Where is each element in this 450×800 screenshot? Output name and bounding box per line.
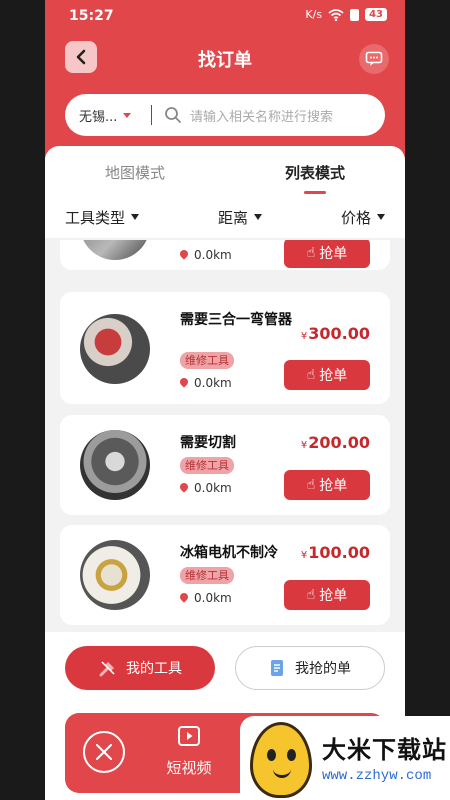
- watermark-title: 大米下载站: [322, 736, 447, 764]
- order-price: ¥200.00: [301, 433, 370, 452]
- order-card[interactable]: 冰箱电机不制冷 维修工具 0.0km ¥100.00 ☝ 抢单: [60, 525, 390, 625]
- order-distance-value: 0.0km: [194, 591, 232, 605]
- order-title: 需要切割: [180, 435, 236, 451]
- tap-hand-icon: ☝: [306, 477, 316, 493]
- document-icon: [271, 660, 283, 676]
- filter-bar: 工具类型 距离 价格: [45, 202, 405, 232]
- order-tag: 维修工具: [180, 352, 234, 369]
- currency-symbol: ¥: [300, 550, 308, 561]
- egg-mascot-icon: [250, 722, 312, 798]
- currency-symbol: ¥: [300, 440, 308, 451]
- order-card[interactable]: 需要切割 维修工具 0.0km ¥200.00 ☝ 抢单: [60, 415, 390, 515]
- grab-order-button[interactable]: ☝ 抢单: [284, 580, 370, 610]
- my-tools-button[interactable]: 我的工具: [65, 646, 215, 690]
- tools-icon: [99, 661, 115, 677]
- tap-hand-icon: ☝: [306, 367, 316, 383]
- currency-symbol: ¥: [300, 331, 308, 342]
- nav-bar: 找订单: [45, 38, 405, 78]
- status-icons: K/s 43: [305, 8, 387, 21]
- tab-short-video[interactable]: 短视频: [159, 725, 219, 778]
- city-selector[interactable]: 无锡...: [65, 106, 151, 125]
- order-distance-value: 0.0km: [194, 376, 232, 390]
- status-time: 15:27: [69, 8, 114, 24]
- triangle-down-icon: [131, 214, 140, 220]
- order-thumbnail: [80, 240, 150, 260]
- my-tools-label: 我的工具: [126, 661, 182, 677]
- tab-short-video-label: 短视频: [166, 759, 212, 777]
- order-price-value: 300.00: [308, 324, 370, 343]
- order-title: 冰箱电机不制冷: [180, 545, 278, 561]
- order-price: ¥100.00: [301, 543, 370, 562]
- play-icon: [178, 726, 200, 746]
- order-thumbnail: [80, 430, 150, 500]
- order-card[interactable]: 需要三合一弯管器 维修工具 0.0km ¥300.00 ☝ 抢单: [60, 292, 390, 404]
- chat-icon: [365, 51, 383, 66]
- location-pin-icon: [180, 378, 188, 388]
- grab-order-button[interactable]: ☝ 抢单: [284, 360, 370, 390]
- order-thumbnail: [80, 540, 150, 610]
- my-orders-label: 我抢的单: [295, 661, 351, 677]
- order-card[interactable]: 0.0km ☝ 抢单: [60, 240, 390, 270]
- order-title: 需要三合一弯管器: [180, 312, 292, 328]
- search-input[interactable]: 请输入相关名称进行搜索: [190, 106, 333, 125]
- order-price-value: 200.00: [308, 433, 370, 452]
- order-price-value: 100.00: [308, 543, 370, 562]
- location-pin-icon: [180, 250, 188, 260]
- wrench-cross-icon: [95, 743, 113, 761]
- order-tag: 维修工具: [180, 457, 234, 474]
- app-screen: 15:27 K/s 43 找订单 无锡... 请输入相关名称进行搜索 地图模式 …: [45, 0, 405, 800]
- grab-order-label: 抢单: [319, 588, 348, 604]
- city-label: 无锡...: [79, 109, 118, 125]
- grab-order-label: 抢单: [319, 368, 348, 384]
- triangle-down-icon: [254, 214, 262, 220]
- search-divider: [151, 105, 152, 125]
- tab-map-mode[interactable]: 地图模式: [45, 154, 225, 194]
- order-list: 0.0km ☝ 抢单 需要三合一弯管器 维修工具 0.0km ¥300.00 ☝ 抢…: [45, 240, 405, 632]
- grab-order-label: 抢单: [319, 246, 348, 262]
- location-pin-icon: [180, 483, 188, 493]
- filter-distance-label: 距离: [217, 208, 248, 227]
- grab-order-button[interactable]: ☝ 抢单: [284, 470, 370, 500]
- mode-filter-panel: 地图模式 列表模式 工具类型 距离 价格: [45, 146, 405, 238]
- order-distance: 0.0km: [180, 481, 232, 495]
- battery-indicator: 43: [365, 8, 387, 21]
- search-bar: 无锡... 请输入相关名称进行搜索: [65, 94, 385, 136]
- order-distance: 0.0km: [180, 248, 232, 262]
- filter-tool-type[interactable]: 工具类型: [65, 202, 140, 232]
- filter-distance[interactable]: 距离: [218, 202, 262, 232]
- location-pin-icon: [180, 593, 188, 603]
- order-tag: 维修工具: [180, 567, 234, 584]
- order-thumbnail: [80, 314, 150, 384]
- order-distance: 0.0km: [180, 591, 232, 605]
- order-price: ¥300.00: [301, 324, 370, 343]
- status-bar: 15:27 K/s 43: [45, 0, 405, 32]
- watermark-url: www.zzhyw.com: [322, 768, 432, 784]
- search-icon: [165, 107, 181, 123]
- order-distance: 0.0km: [180, 376, 232, 390]
- alert-icon: [350, 8, 360, 21]
- order-distance-value: 0.0km: [194, 481, 232, 495]
- filter-tool-type-label: 工具类型: [65, 208, 126, 227]
- message-button[interactable]: [359, 44, 389, 74]
- tap-hand-icon: ☝: [306, 587, 316, 603]
- mode-tabs: 地图模式 列表模式: [45, 154, 405, 194]
- tab-list-mode[interactable]: 列表模式: [225, 154, 405, 194]
- grab-order-label: 抢单: [319, 478, 348, 494]
- tap-hand-icon: ☝: [306, 245, 316, 261]
- filter-price-label: 价格: [340, 208, 371, 227]
- caret-down-icon: [123, 112, 132, 118]
- tab-home[interactable]: [83, 731, 125, 773]
- my-orders-button[interactable]: 我抢的单: [235, 646, 385, 690]
- filter-price[interactable]: 价格: [341, 202, 385, 232]
- triangle-down-icon: [376, 214, 385, 220]
- watermark-logo: 大米下载站 www.zzhyw.com: [240, 716, 450, 800]
- page-title: 找订单: [198, 50, 252, 71]
- order-distance-value: 0.0km: [194, 248, 232, 262]
- grab-order-button[interactable]: ☝ 抢单: [284, 240, 370, 268]
- network-speed-label: K/s: [305, 8, 323, 21]
- wifi-icon: [328, 8, 344, 21]
